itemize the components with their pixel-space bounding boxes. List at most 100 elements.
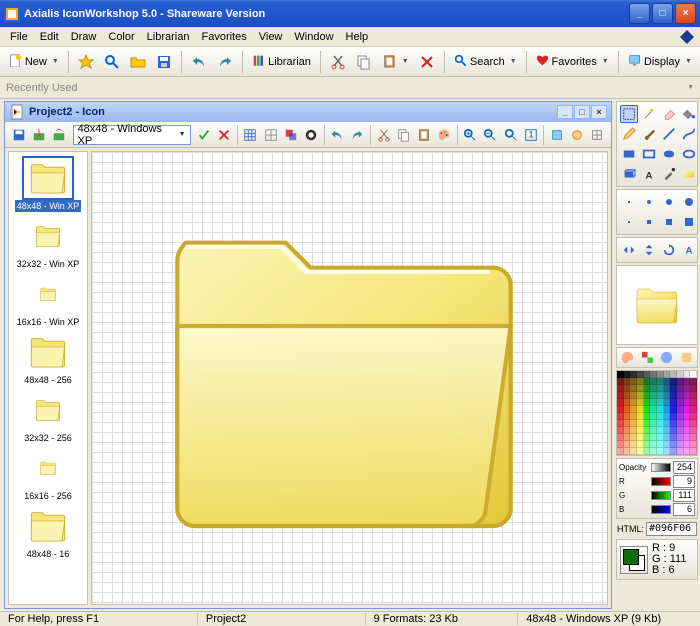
brush-1[interactable]	[620, 193, 638, 211]
palette-swatch[interactable]	[624, 392, 631, 399]
palette-swatch[interactable]	[684, 399, 691, 406]
palette-swatch[interactable]	[657, 420, 664, 427]
palette-swatch[interactable]	[624, 406, 631, 413]
palette-swatch[interactable]	[650, 448, 657, 455]
doc-copy-button[interactable]	[394, 125, 413, 145]
new-button[interactable]: New▼	[4, 50, 63, 74]
palette-swatch[interactable]	[664, 413, 671, 420]
r-value[interactable]: 9	[673, 475, 695, 488]
red-slider[interactable]: R 9	[619, 475, 695, 488]
new-icon-button[interactable]	[74, 50, 98, 74]
format-thumb[interactable]: 48x48 - 256	[18, 330, 78, 386]
search-button[interactable]: Search▼	[450, 50, 521, 74]
palette-swatch[interactable]	[617, 427, 624, 434]
palette-swatch[interactable]	[644, 441, 651, 448]
palette-swatch[interactable]	[617, 371, 624, 378]
palette-swatch[interactable]	[644, 399, 651, 406]
palette-swatch[interactable]	[630, 399, 637, 406]
overlay-button[interactable]	[281, 125, 300, 145]
display-button[interactable]: Display▼	[624, 50, 696, 74]
palette-swatch[interactable]	[644, 385, 651, 392]
palette-swatch[interactable]	[650, 420, 657, 427]
palette-swatch[interactable]	[677, 413, 684, 420]
copy-button[interactable]	[352, 50, 376, 74]
bucket-tool[interactable]	[680, 105, 698, 123]
palette-swatch[interactable]	[650, 399, 657, 406]
doc-paste-button[interactable]	[414, 125, 433, 145]
palette-swatch[interactable]	[670, 406, 677, 413]
palette-swatch[interactable]	[657, 441, 664, 448]
palette-swatch[interactable]	[657, 385, 664, 392]
zoom-in-button[interactable]	[461, 125, 480, 145]
palette-swatch[interactable]	[650, 441, 657, 448]
delete-button[interactable]	[415, 50, 439, 74]
palette-swatch[interactable]	[657, 406, 664, 413]
effects3-button[interactable]	[588, 125, 607, 145]
palette-swatch[interactable]	[650, 406, 657, 413]
ellipse-tool[interactable]	[660, 145, 678, 163]
rotate-tool[interactable]	[660, 241, 678, 259]
b-value[interactable]: 6	[673, 503, 695, 516]
librarian-button[interactable]: Librarian	[248, 50, 315, 74]
color-palette[interactable]	[616, 370, 698, 456]
blue-slider[interactable]: B 6	[619, 503, 695, 516]
palette-swatch[interactable]	[684, 371, 691, 378]
format-list[interactable]: 48x48 - Win XP32x32 - Win XP16x16 - Win …	[8, 151, 88, 605]
palette-swatch[interactable]	[677, 399, 684, 406]
foreground-color-swatch[interactable]	[623, 549, 639, 565]
palette-swatch[interactable]	[664, 441, 671, 448]
canvas[interactable]	[91, 151, 608, 605]
brush-sq3[interactable]	[660, 213, 678, 231]
palette-swatch[interactable]	[617, 413, 624, 420]
size-selector[interactable]: 48x48 - Windows XP▼	[73, 125, 191, 145]
palette-swatch[interactable]	[644, 420, 651, 427]
swap-colors-icon[interactable]	[640, 350, 655, 365]
palette-swatch[interactable]	[617, 392, 624, 399]
palette-swatch[interactable]	[657, 427, 664, 434]
palette-swatch[interactable]	[690, 399, 697, 406]
palette-swatch[interactable]	[630, 371, 637, 378]
palette-swatch[interactable]	[650, 427, 657, 434]
palette-swatch[interactable]	[644, 427, 651, 434]
palette-swatch[interactable]	[657, 371, 664, 378]
minimize-button[interactable]: _	[629, 3, 650, 24]
palette-swatch[interactable]	[690, 392, 697, 399]
palette-swatch[interactable]	[637, 399, 644, 406]
doc-close-button[interactable]: ×	[591, 105, 607, 119]
flip-h-tool[interactable]	[620, 241, 638, 259]
palette-swatch[interactable]	[677, 385, 684, 392]
palette-swatch[interactable]	[670, 448, 677, 455]
palette-swatch[interactable]	[617, 406, 624, 413]
recently-used-bar[interactable]: Recently Used ▼	[0, 77, 700, 99]
curve-tool[interactable]	[680, 125, 698, 143]
opacity-slider[interactable]: Opacity 254	[619, 461, 695, 474]
doc-cut-button[interactable]	[374, 125, 393, 145]
palette-swatch[interactable]	[624, 441, 631, 448]
palette-swatch[interactable]	[637, 385, 644, 392]
palette-swatch[interactable]	[664, 420, 671, 427]
apply-button[interactable]	[195, 125, 214, 145]
palette-swatch[interactable]	[664, 434, 671, 441]
palette-swatch[interactable]	[690, 406, 697, 413]
export-button[interactable]	[29, 125, 48, 145]
palette-swatch[interactable]	[670, 378, 677, 385]
palette-swatch[interactable]	[650, 385, 657, 392]
menu-file[interactable]: File	[4, 29, 34, 45]
menu-help[interactable]: Help	[340, 29, 375, 45]
palette-swatch[interactable]	[624, 427, 631, 434]
palette-swatch[interactable]	[650, 378, 657, 385]
palette-swatch[interactable]	[657, 378, 664, 385]
select-tool[interactable]	[620, 105, 638, 123]
palette-swatch[interactable]	[617, 399, 624, 406]
undo-button[interactable]	[187, 50, 211, 74]
palette-swatch[interactable]	[644, 413, 651, 420]
palette-swatch[interactable]	[624, 420, 631, 427]
format-thumb[interactable]: 16x16 - 256	[18, 446, 78, 502]
palette-swatch[interactable]	[664, 448, 671, 455]
text-tool[interactable]: A	[640, 165, 658, 183]
palette-swatch[interactable]	[684, 378, 691, 385]
rect-outline-tool[interactable]	[640, 145, 658, 163]
palette-swatch[interactable]	[690, 371, 697, 378]
rect-tool[interactable]	[620, 145, 638, 163]
palette-swatch[interactable]	[630, 392, 637, 399]
